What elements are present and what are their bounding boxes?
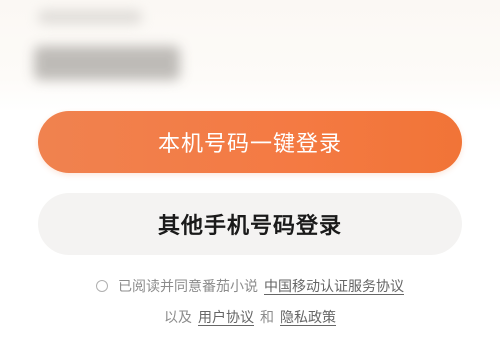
agreement-line-2: 以及 用户协议 和 隐私政策	[0, 307, 500, 327]
agreement-line-1: 已阅读并同意番茄小说 中国移动认证服务协议	[0, 276, 500, 296]
other-phone-login-label: 其他手机号码登录	[157, 214, 342, 239]
radio-circle-icon[interactable]	[96, 280, 108, 292]
user-agreement-link[interactable]: 用户协议	[198, 307, 254, 327]
privacy-policy-link[interactable]: 隐私政策	[280, 307, 336, 327]
one-click-login-label: 本机号码一键登录	[157, 132, 342, 157]
phone-number-area	[0, 0, 500, 112]
one-click-login-button[interactable]: 本机号码一键登录	[38, 111, 462, 173]
agreement-conj: 和	[260, 310, 274, 326]
agreement-and-text: 以及	[164, 310, 192, 326]
other-phone-login-button[interactable]: 其他手机号码登录	[38, 193, 462, 255]
masked-hint	[38, 10, 142, 24]
carrier-auth-link[interactable]: 中国移动认证服务协议	[264, 276, 404, 296]
masked-phone-number	[34, 46, 180, 80]
agreement-prefix: 已阅读并同意番茄小说	[118, 279, 258, 295]
